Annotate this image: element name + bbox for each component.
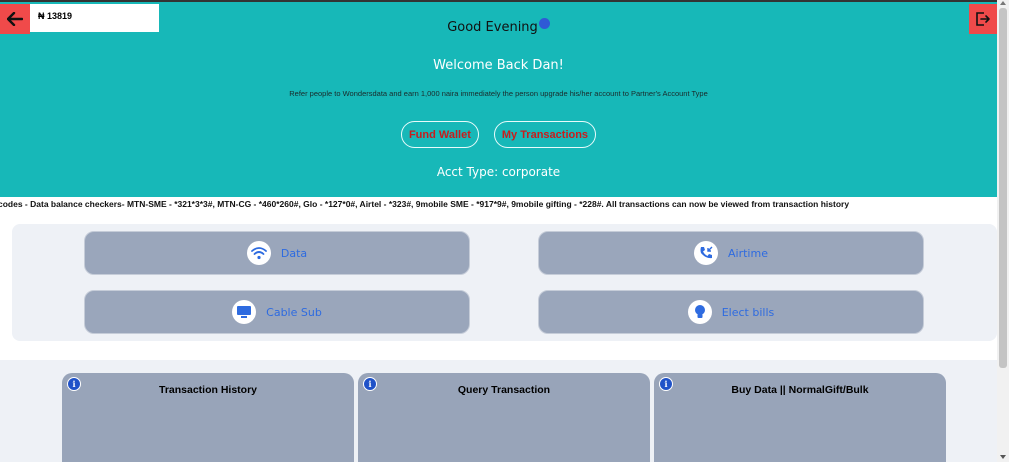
elect-bills-service-label: Elect bills [721,305,775,319]
buy-data-card[interactable]: i Buy Data || NormalGift/Bulk [654,373,946,462]
announcement-marquee: codes - Data balance checkers- MTN-SME -… [0,197,997,211]
cable-sub-service-button[interactable]: Cable Sub [84,290,470,334]
marquee-text: codes - Data balance checkers- MTN-SME -… [0,199,850,209]
hero-banner: ₦ 13819 Good Evening Welcome Back Dan! R… [0,0,997,197]
data-service-label: Data [280,246,308,260]
services-section: Data Airtime Cable Sub Elect bills [0,211,997,341]
account-type: Acct Type: corporate [436,165,561,179]
sleepy-face-icon [538,18,550,29]
greeting: Good Evening [0,18,997,35]
fund-wallet-button[interactable]: Fund Wallet [400,121,479,148]
page-scrollbar[interactable] [997,0,1009,462]
query-transaction-card[interactable]: i Query Transaction [358,373,650,462]
lightbulb-icon [687,300,712,324]
wifi-icon [246,241,271,265]
cable-sub-service-label: Cable Sub [266,305,322,319]
transaction-history-card[interactable]: i Transaction History [62,373,354,462]
query-transaction-title: Query Transaction [457,384,551,396]
referral-text: Refer people to Wondersdata and earn 1,0… [289,89,708,98]
welcome-message: Welcome Back Dan! [433,58,564,73]
scroll-down-arrow-icon[interactable] [1000,455,1006,459]
phone-incoming-icon [694,241,719,265]
wallet-actions: Fund Wallet My Transactions [0,121,997,148]
my-transactions-button[interactable]: My Transactions [493,121,597,148]
monitor-icon [232,300,257,324]
buy-data-title: Buy Data || NormalGift/Bulk [731,384,869,396]
scrollbar-thumb[interactable] [999,8,1007,368]
airtime-service-button[interactable]: Airtime [538,231,924,275]
greeting-text: Good Evening [447,20,538,35]
scroll-up-arrow-icon[interactable] [1000,1,1006,5]
elect-bills-service-button[interactable]: Elect bills [538,290,924,334]
data-service-button[interactable]: Data [84,231,470,275]
airtime-service-label: Airtime [728,246,768,260]
transaction-history-title: Transaction History [158,384,258,396]
